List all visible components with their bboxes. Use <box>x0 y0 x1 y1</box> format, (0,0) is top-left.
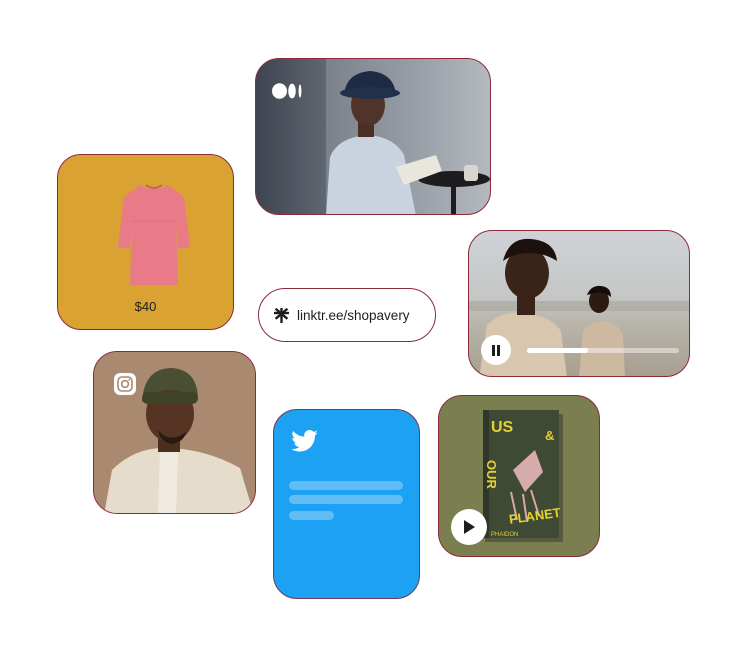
link-preview-collage: $40 linktr.ee/shopavery US & OUR PLANET … <box>0 0 743 656</box>
instagram-post-card[interactable] <box>93 351 256 514</box>
tweet-text-placeholder-line <box>289 481 403 490</box>
book-publisher: PHAIDON <box>491 532 518 538</box>
book-video-card[interactable]: US & OUR PLANET PHAIDON <box>438 395 600 557</box>
tweet-text-placeholder-line <box>289 495 403 504</box>
video-card[interactable] <box>468 230 690 377</box>
product-card[interactable]: $40 <box>57 154 234 330</box>
video-progress-fill <box>527 348 588 353</box>
linktree-asterisk-icon <box>274 307 289 323</box>
medium-logo-icon <box>272 83 302 99</box>
medium-post-card[interactable] <box>255 58 491 215</box>
pink-shirt-image <box>118 184 190 285</box>
instagram-icon <box>114 373 136 395</box>
book-title-line-1: US <box>491 419 514 436</box>
book-title-line-2: & <box>545 428 554 443</box>
play-button[interactable] <box>451 509 487 545</box>
twitter-post-card[interactable] <box>273 409 420 599</box>
video-progress-bar[interactable] <box>527 348 679 353</box>
twitter-bird-icon <box>291 430 318 452</box>
tweet-text-placeholder-line <box>289 511 334 520</box>
man-with-bucket-hat-photo <box>326 71 490 214</box>
book-cover-image: US & OUR PLANET PHAIDON <box>483 410 563 542</box>
product-price: $40 <box>134 299 157 314</box>
book-title-line-3: OUR <box>484 460 499 490</box>
pause-button[interactable] <box>481 335 511 365</box>
linktree-url-pill[interactable]: linktr.ee/shopavery <box>258 288 436 342</box>
play-icon <box>464 520 475 534</box>
pause-icon <box>492 344 500 356</box>
linktree-url-text: linktr.ee/shopavery <box>297 307 410 323</box>
